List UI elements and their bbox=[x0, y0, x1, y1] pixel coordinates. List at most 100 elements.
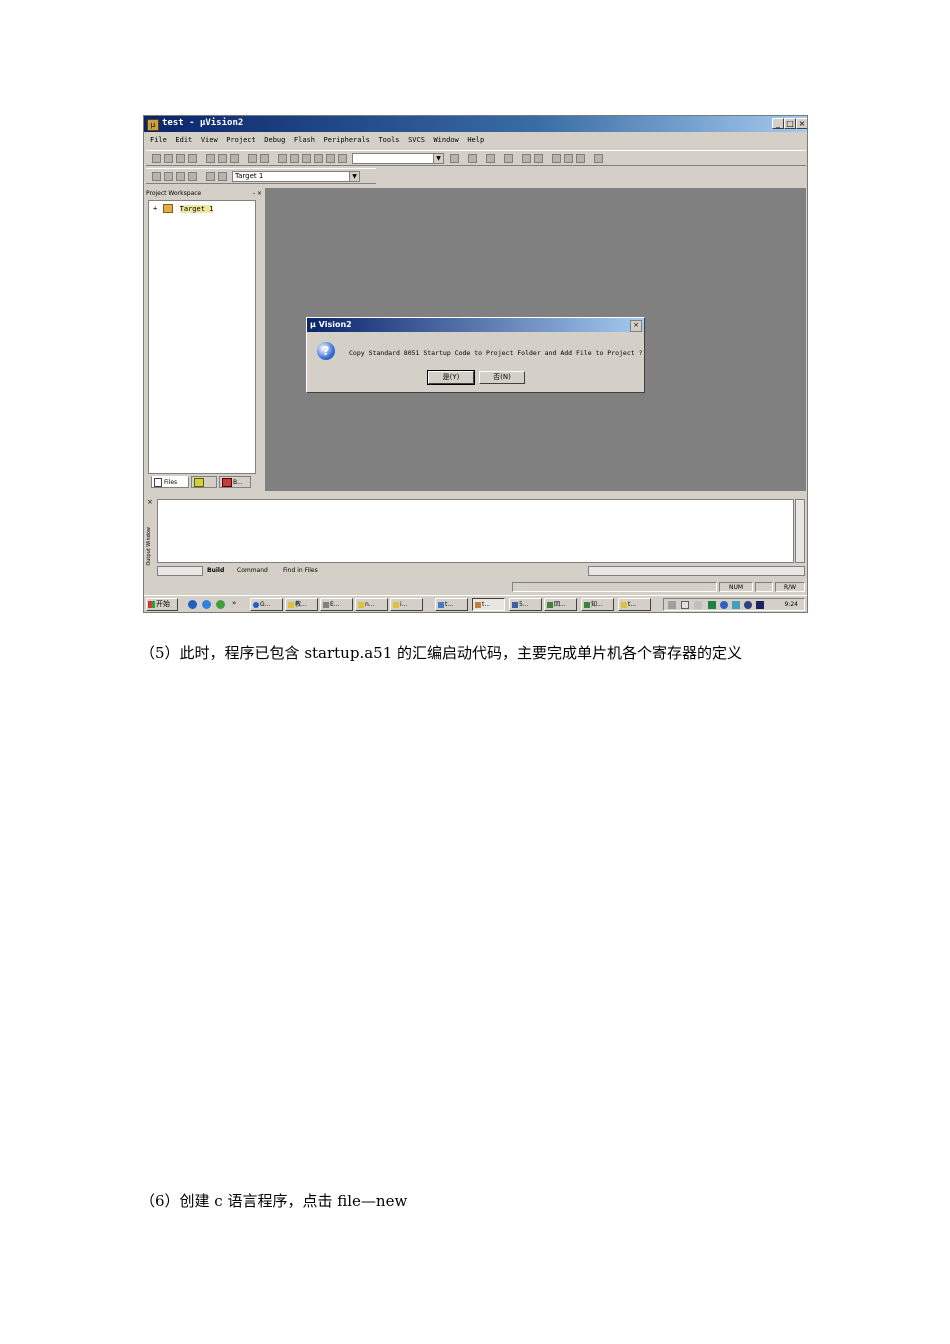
chevron-down-icon[interactable]: ▼ bbox=[433, 154, 443, 163]
antivirus-icon[interactable] bbox=[744, 601, 752, 609]
output-window-sidebar: × Output Window bbox=[146, 497, 156, 579]
zoom-icon[interactable] bbox=[504, 154, 513, 163]
redo-icon[interactable] bbox=[260, 154, 269, 163]
chevron-down-icon[interactable]: ▼ bbox=[349, 172, 359, 181]
tab-find-in-files[interactable]: Find in Files bbox=[283, 565, 318, 577]
display-icon[interactable] bbox=[756, 601, 764, 609]
horizontal-scrollbar[interactable] bbox=[588, 566, 805, 576]
project-tree: + Target 1 bbox=[148, 200, 256, 474]
dialog-close-button[interactable]: × bbox=[630, 320, 642, 332]
task-button[interactable]: 5... bbox=[509, 598, 542, 611]
bookmark-icon[interactable] bbox=[302, 154, 311, 163]
task-button[interactable]: E... bbox=[320, 598, 353, 611]
disassembly-icon[interactable] bbox=[576, 154, 585, 163]
start-button[interactable]: 开始 bbox=[146, 598, 178, 611]
copy-icon[interactable] bbox=[218, 154, 227, 163]
main-toolbar: ▼ bbox=[146, 150, 806, 166]
menu-svcs[interactable]: SVCS bbox=[408, 133, 425, 147]
task-button[interactable]: 知... bbox=[581, 598, 614, 611]
task-button[interactable]: G... bbox=[250, 598, 283, 611]
breakpoint-icon[interactable] bbox=[564, 154, 573, 163]
menu-project[interactable]: Project bbox=[226, 133, 256, 147]
bookmark-prev-icon[interactable] bbox=[314, 154, 323, 163]
help-icon[interactable] bbox=[681, 601, 689, 609]
find-icon[interactable] bbox=[338, 154, 347, 163]
no-button[interactable]: 否(N) bbox=[479, 371, 525, 384]
task-button[interactable]: n... bbox=[355, 598, 388, 611]
embedded-screenshot: µ test - µVision2 _ □ × File Edit View P… bbox=[143, 115, 808, 613]
menu-flash[interactable]: Flash bbox=[294, 133, 315, 147]
output-toggle-icon[interactable] bbox=[534, 154, 543, 163]
task-button-active[interactable]: t... bbox=[472, 598, 505, 611]
find-in-files-icon[interactable] bbox=[468, 154, 477, 163]
output-window-label: Output Window bbox=[146, 527, 152, 566]
yes-button[interactable]: 是(Y) bbox=[427, 370, 475, 385]
maximize-button[interactable]: □ bbox=[784, 118, 796, 129]
tab-command[interactable]: Command bbox=[237, 565, 268, 577]
messenger-icon[interactable] bbox=[720, 601, 728, 609]
menu-peripherals[interactable]: Peripherals bbox=[324, 133, 370, 147]
indent-icon[interactable] bbox=[278, 154, 287, 163]
media-icon[interactable] bbox=[216, 600, 225, 609]
task-button[interactable]: t... bbox=[435, 598, 468, 611]
bookmark-next-icon[interactable] bbox=[326, 154, 335, 163]
tab-build[interactable]: Build bbox=[207, 565, 224, 577]
debug-icon[interactable] bbox=[552, 154, 561, 163]
folder-icon bbox=[163, 204, 174, 213]
stop-build-icon[interactable] bbox=[206, 172, 215, 181]
tree-node-target[interactable]: + Target 1 bbox=[153, 204, 214, 213]
tab-regs[interactable] bbox=[191, 476, 217, 488]
menu-help[interactable]: Help bbox=[467, 133, 484, 147]
build-icon[interactable] bbox=[164, 172, 173, 181]
undo-icon[interactable] bbox=[248, 154, 257, 163]
ime-icon[interactable] bbox=[694, 601, 702, 609]
workspace-toggle-icon[interactable] bbox=[522, 154, 531, 163]
save-icon[interactable] bbox=[176, 154, 185, 163]
close-button[interactable]: × bbox=[796, 118, 807, 129]
volume-icon[interactable] bbox=[732, 601, 740, 609]
quicklaunch-more[interactable]: » bbox=[232, 599, 236, 607]
keyboard-icon[interactable] bbox=[668, 601, 676, 609]
task-button[interactable]: 教... bbox=[285, 598, 318, 611]
expand-icon[interactable]: + bbox=[153, 205, 157, 213]
new-file-icon[interactable] bbox=[152, 154, 161, 163]
ie-icon[interactable] bbox=[188, 600, 197, 609]
minimize-button[interactable]: _ bbox=[772, 118, 784, 129]
menu-view[interactable]: View bbox=[201, 133, 218, 147]
menu-edit[interactable]: Edit bbox=[175, 133, 192, 147]
target-select[interactable]: Target 1 ▼ bbox=[232, 171, 360, 182]
uvision-task-icon bbox=[475, 601, 481, 608]
menu-debug[interactable]: Debug bbox=[264, 133, 285, 147]
desktop-icon[interactable] bbox=[202, 600, 211, 609]
output-close-button[interactable]: × bbox=[147, 498, 153, 506]
task-button[interactable]: 回... bbox=[544, 598, 577, 611]
save-all-icon[interactable] bbox=[188, 154, 197, 163]
open-file-icon[interactable] bbox=[164, 154, 173, 163]
cut-icon[interactable] bbox=[206, 154, 215, 163]
tab-files[interactable]: Files bbox=[151, 476, 189, 488]
search-icon[interactable] bbox=[450, 154, 459, 163]
paste-icon[interactable] bbox=[230, 154, 239, 163]
target-options-icon[interactable] bbox=[218, 172, 227, 181]
rebuild-icon[interactable] bbox=[176, 172, 185, 181]
tab-scroll-arrows[interactable] bbox=[157, 566, 203, 576]
task-button[interactable]: t... bbox=[618, 598, 651, 611]
menu-window[interactable]: Window bbox=[433, 133, 458, 147]
output-window: × Output Window Build Command Find in Fi… bbox=[146, 497, 806, 579]
menu-tools[interactable]: Tools bbox=[378, 133, 399, 147]
unindent-icon[interactable] bbox=[290, 154, 299, 163]
task-button[interactable]: i... bbox=[390, 598, 423, 611]
compile-icon[interactable] bbox=[152, 172, 161, 181]
vertical-scrollbar[interactable] bbox=[795, 499, 805, 563]
tab-books[interactable]: B... bbox=[219, 476, 251, 488]
folder-icon bbox=[621, 601, 627, 608]
output-text-area[interactable] bbox=[157, 499, 794, 563]
find-combo[interactable]: ▼ bbox=[352, 153, 444, 164]
network-icon[interactable] bbox=[708, 601, 716, 609]
download-icon[interactable] bbox=[188, 172, 197, 181]
menu-file[interactable]: File bbox=[150, 133, 167, 147]
options-icon[interactable] bbox=[594, 154, 603, 163]
workspace-header-controls[interactable]: - × bbox=[253, 189, 262, 199]
print-icon[interactable] bbox=[486, 154, 495, 163]
regs-tab-icon bbox=[194, 478, 204, 487]
